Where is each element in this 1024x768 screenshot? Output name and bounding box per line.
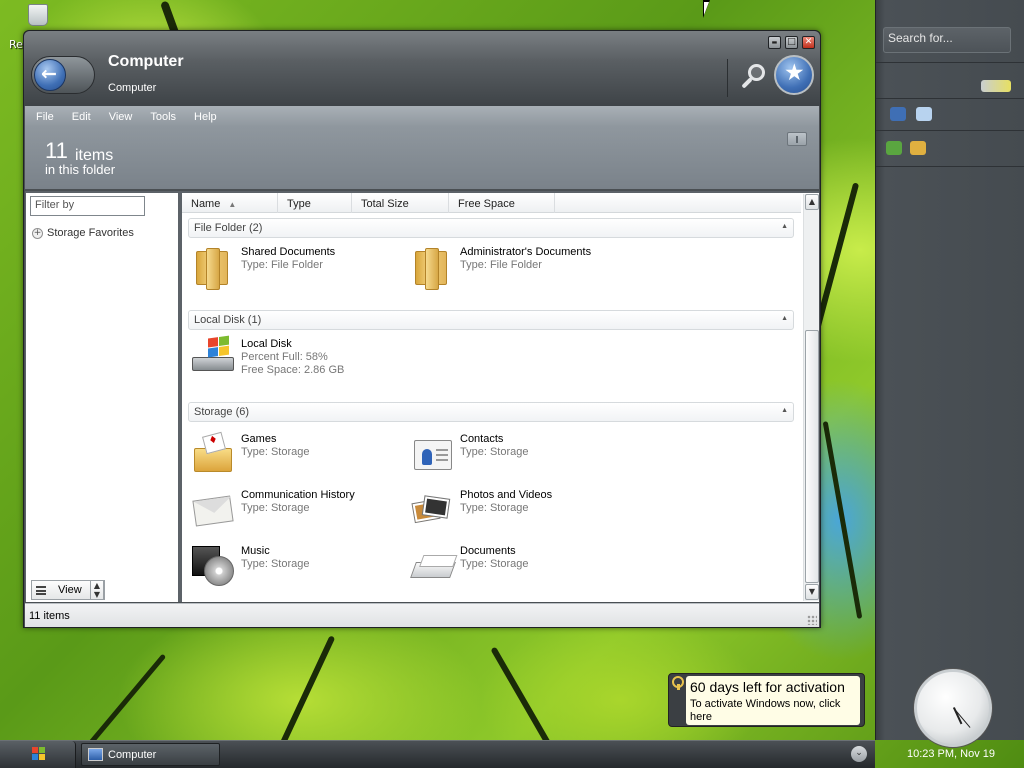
item-music[interactable]: Music Type: Storage xyxy=(190,542,400,594)
envelope-icon xyxy=(190,486,236,532)
taskbar-item-label: Computer xyxy=(108,749,157,761)
maximize-button[interactable]: □ xyxy=(785,36,798,49)
back-button[interactable] xyxy=(31,56,95,94)
taskbar-item-computer[interactable]: Computer xyxy=(81,743,220,766)
navigation-pane: Filter by + Storage Favorites View ▲ ▼ xyxy=(26,193,178,602)
recycle-bin-icon[interactable] xyxy=(26,2,50,28)
item-count: 11 xyxy=(45,138,68,163)
item-contacts[interactable]: Contacts Type: Storage xyxy=(409,430,619,482)
scroll-thumb[interactable] xyxy=(805,330,819,583)
mouse-cursor-icon xyxy=(703,0,710,18)
favorites-star-icon[interactable] xyxy=(774,55,814,95)
group-header-storage[interactable]: Storage (6) ▲ xyxy=(188,402,794,422)
menu-view[interactable]: View xyxy=(100,108,142,126)
window-title: Computer xyxy=(108,53,184,70)
group-header-file-folder[interactable]: File Folder (2) ▲ xyxy=(188,218,794,238)
filter-input[interactable]: Filter by xyxy=(30,196,145,216)
vertical-scrollbar[interactable]: ▲ ▼ xyxy=(803,194,819,601)
sort-ascending-icon: ▲ xyxy=(228,200,237,209)
sidebar-gadget-icon-3[interactable] xyxy=(886,141,902,155)
documents-icon xyxy=(409,542,456,588)
file-list-pane: Name ▲ Type Total Size Free Space File Fo… xyxy=(182,193,819,602)
item-shared-documents[interactable]: Shared Documents Type: File Folder xyxy=(190,243,400,295)
window-subtitle: Computer xyxy=(108,82,157,94)
column-name[interactable]: Name ▲ xyxy=(182,193,278,213)
activation-title: 60 days left for activation xyxy=(690,679,845,695)
menu-header: File Edit View Tools Help 11 items in th… xyxy=(25,106,819,189)
menu-bar: File Edit View Tools Help xyxy=(27,108,226,126)
scroll-down-button[interactable]: ▼ xyxy=(805,584,819,600)
taskbar: Computer ⌄ xyxy=(0,740,875,768)
view-spinner[interactable]: ▲ ▼ xyxy=(90,580,104,600)
games-icon: ♦ xyxy=(190,430,236,476)
sidebar-gadget-icon-4[interactable] xyxy=(910,141,926,155)
title-bar[interactable]: Computer Computer ▬ □ ✕ xyxy=(24,31,820,106)
start-button[interactable] xyxy=(0,741,76,768)
clock-minute-hand xyxy=(953,707,971,728)
content-area: Filter by + Storage Favorites View ▲ ▼ Na… xyxy=(25,191,819,602)
item-games[interactable]: ♦ Games Type: Storage xyxy=(190,430,400,482)
sidebar-gadget-icon-1[interactable] xyxy=(890,107,906,121)
info-pane-icon[interactable] xyxy=(787,132,807,146)
sidebar-gadget-icon-2[interactable] xyxy=(916,107,932,121)
collapse-caret-icon[interactable]: ▲ xyxy=(781,407,788,414)
search-icon[interactable] xyxy=(737,61,769,93)
collapse-caret-icon[interactable]: ▲ xyxy=(781,223,788,230)
view-list-icon xyxy=(36,585,46,595)
item-photos-and-videos[interactable]: Photos and Videos Type: Storage xyxy=(409,486,619,538)
item-count-caption: in this folder xyxy=(45,162,116,177)
contacts-icon xyxy=(409,430,455,476)
sidebar: Search for... xyxy=(875,0,1024,740)
computer-window-icon xyxy=(88,748,103,761)
menu-help[interactable]: Help xyxy=(185,108,226,126)
photos-icon xyxy=(409,486,455,532)
item-local-disk[interactable]: Local Disk Percent Full: 58% Free Space:… xyxy=(190,335,400,387)
music-cd-icon xyxy=(190,542,236,588)
collapse-caret-icon[interactable]: ▲ xyxy=(781,315,788,322)
storage-favorites-item[interactable]: + Storage Favorites xyxy=(32,227,134,239)
clock-label: 10:23 PM, Nov 19 xyxy=(906,748,996,760)
status-text: 11 items xyxy=(29,610,70,622)
scroll-up-button[interactable]: ▲ xyxy=(805,194,819,210)
recycle-bin-label[interactable]: Re xyxy=(9,38,23,51)
close-button[interactable]: ✕ xyxy=(802,36,815,49)
item-documents[interactable]: Documents Type: Storage xyxy=(409,542,619,594)
column-headers: Name ▲ Type Total Size Free Space xyxy=(182,193,801,213)
windows-logo-icon xyxy=(32,747,46,761)
folder-icon xyxy=(409,243,455,290)
sidebar-search-input[interactable]: Search for... xyxy=(883,27,1011,53)
status-bar: 11 items xyxy=(25,603,819,627)
column-free-space[interactable]: Free Space xyxy=(449,193,555,213)
clock-gadget[interactable] xyxy=(914,669,992,747)
minimize-button[interactable]: ▬ xyxy=(768,36,781,49)
key-icon xyxy=(671,676,685,690)
group-header-local-disk[interactable]: Local Disk (1) ▲ xyxy=(188,310,794,330)
item-administrators-documents[interactable]: Administrator's Documents Type: File Fol… xyxy=(409,243,619,295)
computer-window: Computer Computer ▬ □ ✕ File Edit View T… xyxy=(23,30,821,628)
menu-edit[interactable]: Edit xyxy=(63,108,100,126)
back-arrow-icon xyxy=(34,59,66,91)
menu-tools[interactable]: Tools xyxy=(141,108,185,126)
column-total-size[interactable]: Total Size xyxy=(352,193,449,213)
item-communication-history[interactable]: Communication History Type: Storage xyxy=(190,486,400,538)
storage-favorites-label: Storage Favorites xyxy=(47,227,134,239)
menu-file[interactable]: File xyxy=(27,108,63,126)
hard-disk-icon xyxy=(190,335,236,381)
folder-icon xyxy=(190,243,236,290)
view-button-label: View xyxy=(58,584,82,596)
sidebar-chat-icon[interactable] xyxy=(981,80,1011,92)
expand-plus-icon[interactable]: + xyxy=(32,227,43,239)
activation-notification[interactable]: 60 days left for activation To activate … xyxy=(668,673,865,727)
column-type[interactable]: Type xyxy=(278,193,352,213)
activation-link[interactable]: To activate Windows now, click here xyxy=(690,698,860,724)
show-hidden-icons-chevron-icon[interactable]: ⌄ xyxy=(851,746,867,762)
resize-grip-icon[interactable] xyxy=(807,615,817,625)
